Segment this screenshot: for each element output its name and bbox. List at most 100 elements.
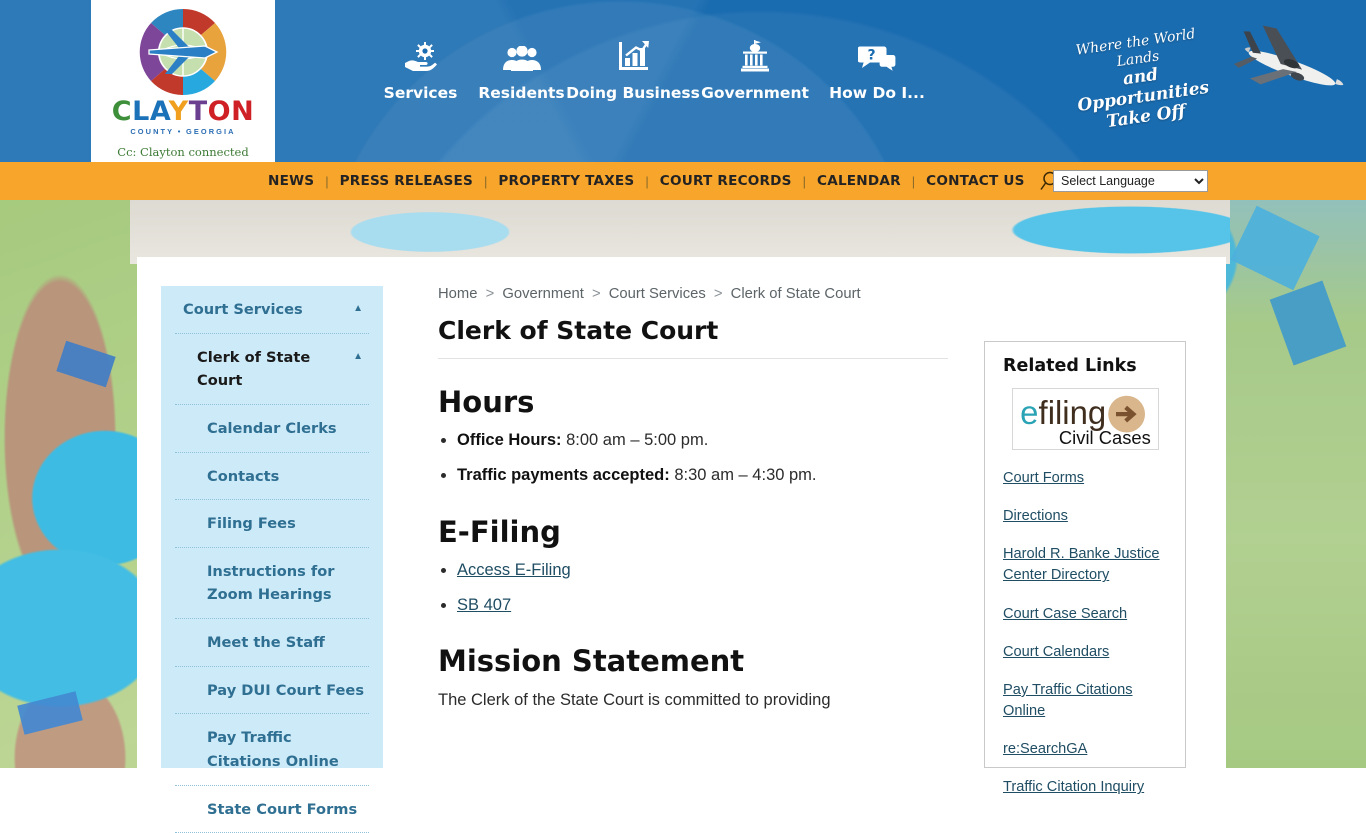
utility-link-calendar[interactable]: CALENDAR [817,173,901,189]
background-shade-canopy [17,691,83,735]
airplane-photo-icon [1233,25,1344,86]
background-shade-canopy [1230,205,1320,291]
sidebar-item-filing-fees[interactable]: Filing Fees [175,500,369,548]
nav-item-doing-business[interactable]: Doing Business [566,32,700,102]
utility-link-press-releases[interactable]: PRESS RELEASES [340,173,473,189]
classical-building-icon [740,32,770,72]
hours-list: Office Hours: 8:00 am – 5:00 pm. Traffic… [438,429,948,487]
chevron-up-icon: ▲ [353,303,363,314]
nav-label: How Do I... [829,84,925,102]
utility-separator: | [911,173,916,189]
utility-link-news[interactable]: NEWS [268,173,314,189]
related-link-court-calendars[interactable]: Court Calendars [1003,642,1167,663]
related-links-heading: Related Links [1003,356,1137,376]
primary-navigation: Services Residents Doing Business Govern… [370,32,938,102]
section-heading-hours: Hours [438,385,535,419]
people-group-icon [502,32,541,72]
svg-text:?: ? [867,48,875,64]
efiling-list: Access E-Filing SB 407 [438,559,948,617]
language-select[interactable]: Select Language [1053,170,1208,192]
logo-tagline: Cc: Clayton connected [117,144,249,159]
sidebar-item-pay-traffic-citations-online[interactable]: Pay Traffic Citations Online [175,714,369,786]
hours-value: 8:00 am – 5:00 pm. [566,431,709,449]
sidebar-item-meet-the-staff[interactable]: Meet the Staff [175,619,369,667]
svg-text:filing: filing [1038,394,1106,431]
related-link-court-forms[interactable]: Court Forms [1003,468,1167,489]
list-item: Access E-Filing [457,559,948,581]
breadcrumb-item-court-services[interactable]: Court Services [609,286,706,302]
logo-subtitle: COUNTY • GEORGIA [130,126,236,136]
related-link-harold-r-banke-justice-center-directory[interactable]: Harold R. Banke Justice Center Directory [1003,544,1167,586]
sidebar-item-label: Contacts [207,467,280,485]
sidebar-item-label: Instructions for Zoom Hearings [207,562,335,604]
sidebar-item-label: State Court Forms [207,800,358,818]
related-link-directions[interactable]: Directions [1003,506,1167,527]
breadcrumb-item-government[interactable]: Government [502,286,583,302]
sidebar-item-instructions-for-zoom-hearings[interactable]: Instructions for Zoom Hearings [175,548,369,620]
hours-value: 8:30 am – 4:30 pm. [674,466,817,485]
list-item: Office Hours: 8:00 am – 5:00 pm. [457,429,948,451]
sidebar-item-label: Calendar Clerks [207,419,337,437]
background-shade-canopy [1269,280,1347,366]
breadcrumb-item-home[interactable]: Home [438,286,477,302]
clayton-globe-icon [139,8,227,95]
nav-item-residents[interactable]: Residents [471,32,572,102]
section-sidebar: Court Services ▲ Clerk of State Court ▲ … [161,286,383,833]
utility-separator: | [802,173,807,189]
nav-label: Doing Business [566,84,700,102]
sidebar-item-court-services[interactable]: Court Services ▲ [175,286,369,334]
svg-text:e: e [1020,394,1038,431]
background-pool-strip [130,198,1230,264]
nav-item-services[interactable]: Services [370,32,471,102]
utility-links: NEWS | PRESS RELEASES | PROPERTY TAXES |… [268,162,1058,200]
list-item: Traffic payments accepted: 8:30 am – 4:3… [457,464,948,486]
breadcrumb-separator: > [713,286,723,302]
breadcrumb: Home > Government > Court Services > Cle… [438,286,948,302]
nav-label: Services [383,84,458,102]
sidebar-item-contacts[interactable]: Contacts [175,453,369,501]
main-content: Home > Government > Court Services > Cle… [438,286,948,713]
efiling-civil-cases-logo[interactable]: e filing Civil Cases [1011,388,1159,450]
content-panel: Court Services ▲ Clerk of State Court ▲ … [137,257,1226,833]
related-link-re-search-ga[interactable]: re:SearchGA [1003,739,1167,760]
hand-gear-icon [404,32,438,72]
utility-separator: | [483,173,488,189]
sidebar-item-pay-dui-court-fees[interactable]: Pay DUI Court Fees [175,667,369,715]
question-speech-bubble-icon: ? [858,32,896,72]
section-heading-mission-statement: Mission Statement [438,644,745,679]
link-sb-407[interactable]: SB 407 [457,596,511,614]
sidebar-item-calendar-clerks[interactable]: Calendar Clerks [175,405,369,453]
sidebar-item-clerk-of-state-court[interactable]: Clerk of State Court ▲ [175,334,369,405]
utility-link-property-taxes[interactable]: PROPERTY TAXES [498,173,634,189]
link-access-efiling[interactable]: Access E-Filing [457,561,571,579]
related-links-panel: Related Links e filing Civil Cases Court… [984,341,1186,795]
related-link-traffic-citation-inquiry[interactable]: Traffic Citation Inquiry [1003,777,1167,798]
breadcrumb-separator: > [485,286,495,302]
related-link-pay-traffic-citations-online[interactable]: Pay Traffic Citations Online [1003,680,1167,722]
nav-item-how-do-i[interactable]: ? How Do I... [816,32,938,102]
list-item: SB 407 [457,594,948,616]
breadcrumb-separator: > [591,286,601,302]
sidebar-item-label: Court Services [183,301,303,318]
page-title: Clerk of State Court [438,316,719,345]
related-link-court-case-search[interactable]: Court Case Search [1003,604,1167,625]
title-divider [438,358,948,359]
chevron-up-icon: ▲ [353,350,363,362]
utility-separator: | [645,173,649,189]
site-header: CLAYTON COUNTY • GEORGIA Cc: Clayton con… [0,0,1366,162]
nav-item-government[interactable]: Government [694,32,816,102]
mission-statement-text: The Clerk of the State Court is committe… [438,691,831,710]
svg-text:Civil Cases: Civil Cases [1058,427,1150,448]
site-logo[interactable]: CLAYTON COUNTY • GEORGIA Cc: Clayton con… [91,0,275,162]
logo-wordmark: CLAYTON [111,95,255,127]
sidebar-item-label: Meet the Staff [207,634,325,652]
hours-label: Traffic payments accepted: [457,466,670,485]
utility-separator: | [325,173,329,189]
utility-link-contact-us[interactable]: CONTACT US [926,173,1024,189]
sidebar-item-label: Pay DUI Court Fees [207,681,365,699]
header-tagline: Where the World Lands and Opportunities … [1055,23,1226,138]
sidebar-item-state-court-forms[interactable]: State Court Forms [175,786,369,833]
sidebar-item-label: Clerk of State Court [197,348,311,390]
breadcrumb-item-clerk-of-state-court[interactable]: Clerk of State Court [731,286,861,302]
utility-link-court-records[interactable]: COURT RECORDS [660,173,792,189]
